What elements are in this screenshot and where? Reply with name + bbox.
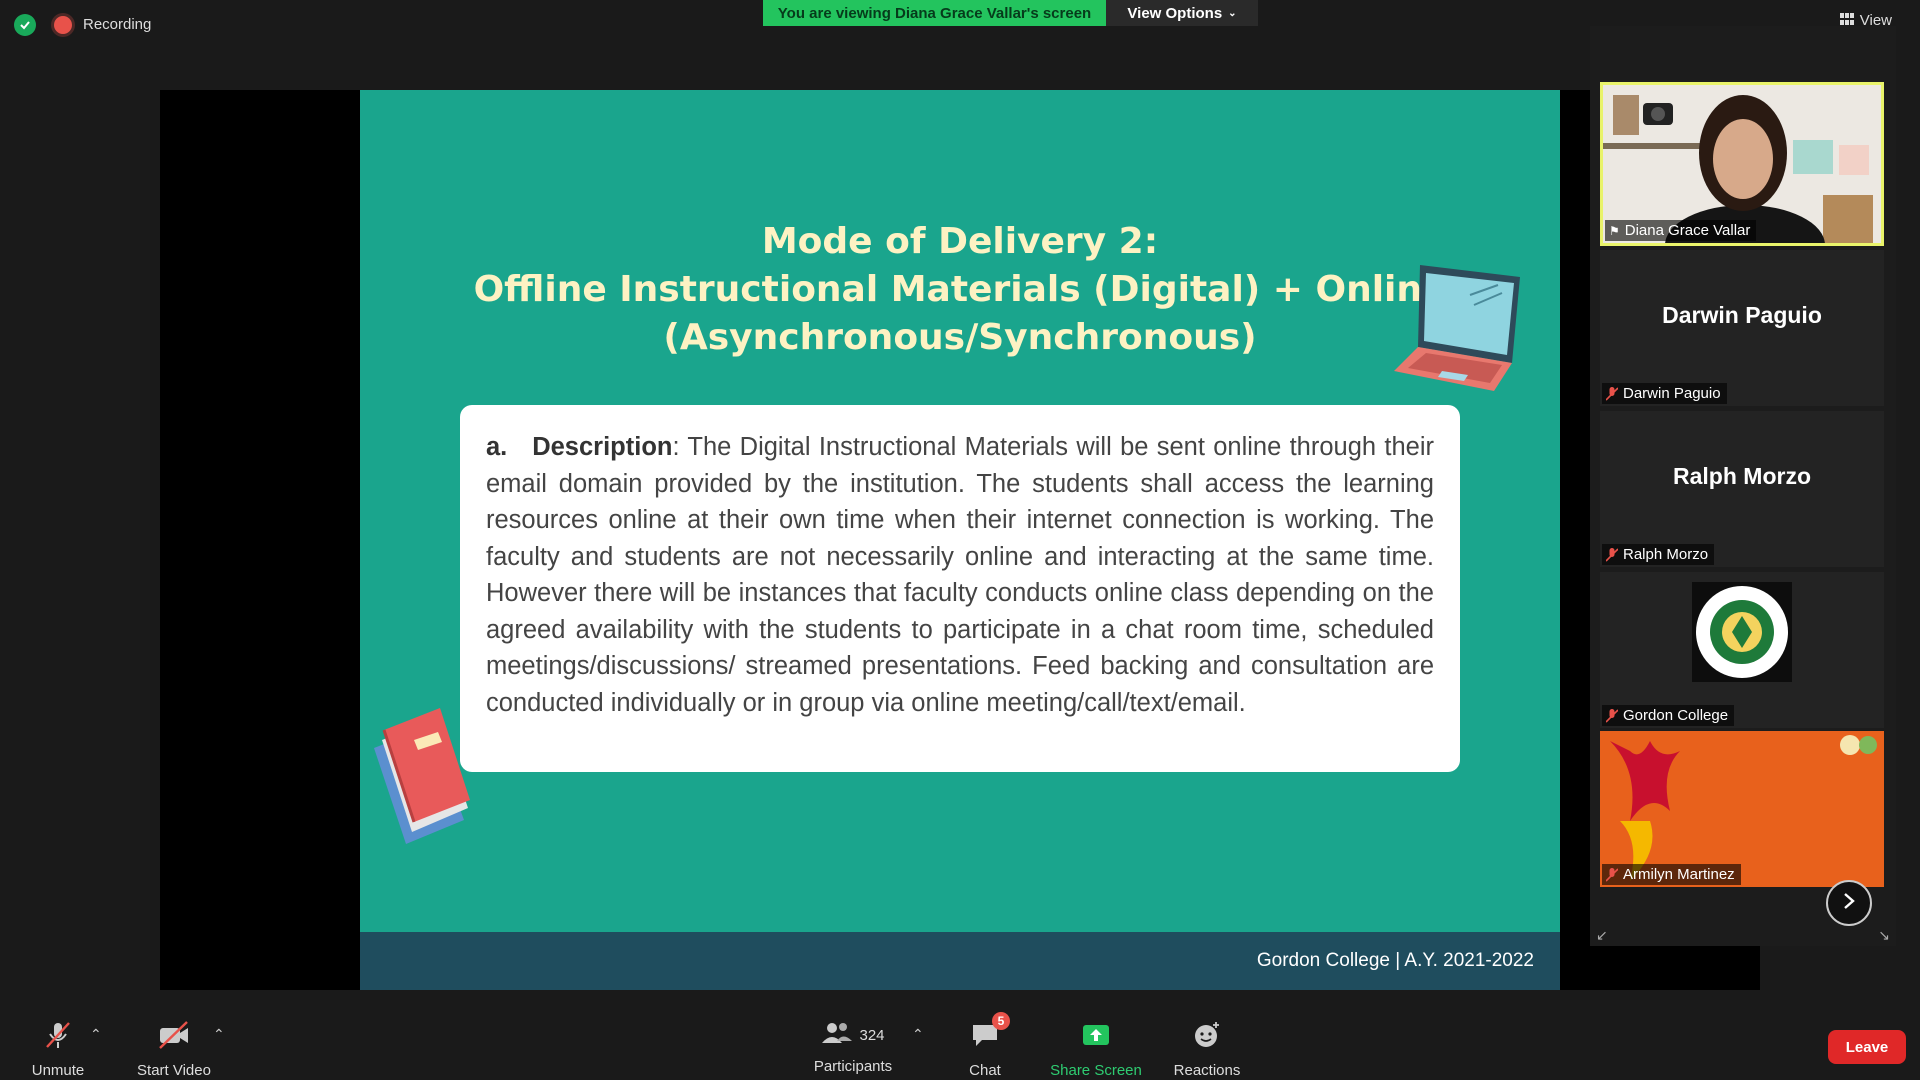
participant-label: ⚑ Diana Grace Vallar [1605,220,1757,241]
share-screen-label: Share Screen [1050,1062,1142,1079]
start-video-label: Start Video [137,1062,211,1079]
participant-name: Diana Grace Vallar [1624,222,1751,239]
participant-name: Gordon College [1623,707,1729,724]
slide-footer-text: Gordon College | A.Y. 2021-2022 [1256,950,1534,971]
participant-display-name: Darwin Paguio [1662,302,1822,328]
description-text: : The Digital Instructional Materials wi… [486,433,1434,717]
view-options-button[interactable]: View Options ⌄ [1106,0,1258,26]
slide-title: Mode of Delivery 2: Offline Instructiona… [360,218,1560,362]
viewing-screen-banner: You are viewing Diana Grace Vallar's scr… [763,0,1106,26]
pin-icon: ⚑ [1609,223,1620,238]
laptop-illustration-icon [1390,255,1530,400]
slide-footer: Gordon College | A.Y. 2021-2022 [360,932,1560,990]
participant-display-name: Ralph Morzo [1673,463,1811,489]
next-page-button[interactable] [1826,880,1872,926]
audio-options-caret-icon[interactable]: ⌃ [90,1026,102,1043]
video-off-icon [157,1020,191,1054]
chevron-right-icon [1842,892,1856,915]
chat-label: Chat [969,1062,1001,1079]
mic-muted-icon [1605,386,1619,401]
reactions-icon [1192,1020,1222,1054]
start-video-button[interactable]: Start Video [132,1020,216,1079]
share-screen-icon [1081,1020,1111,1054]
participants-button[interactable]: 324 Participants [808,1020,898,1075]
video-tile-diana[interactable]: ⚑ Diana Grace Vallar [1600,82,1884,246]
share-screen-button[interactable]: Share Screen [1048,1020,1144,1079]
participant-label: Armilyn Martinez [1602,864,1741,885]
participants-count: 324 [859,1026,885,1044]
gordon-college-logo [1692,582,1792,682]
resize-handle-right-icon[interactable]: ↘ [1878,927,1890,944]
slide-title-line-3: (Asynchronous/Synchronous) [663,317,1257,358]
security-shield-icon[interactable] [14,14,36,36]
reactions-label: Reactions [1173,1062,1241,1079]
participants-label: Participants [813,1058,893,1075]
recording-label: Recording [83,16,152,33]
participant-label: Ralph Morzo [1602,544,1715,565]
chevron-down-icon: ⌄ [1228,7,1237,19]
chat-unread-badge: 5 [992,1012,1010,1030]
view-options-label: View Options [1127,4,1223,22]
participant-label: Gordon College [1602,705,1735,726]
mic-muted-icon [1605,708,1619,723]
participant-label: Darwin Paguio [1602,383,1727,404]
reactions-button[interactable]: Reactions [1170,1020,1244,1079]
resize-handle-left-icon[interactable]: ↙ [1596,927,1608,944]
meeting-toolbar: Unmute ⌃ Start Video ⌃ 324 Participants … [0,1000,1920,1080]
presentation-slide: Mode of Delivery 2: Offline Instructiona… [360,90,1560,990]
item-marker: a. [486,433,508,461]
participant-name: Ralph Morzo [1623,546,1709,563]
mic-muted-icon [1605,867,1619,882]
participant-name: Armilyn Martinez [1623,866,1735,883]
item-heading: Description [532,433,673,461]
slide-title-line-1: Mode of Delivery 2: [761,221,1159,262]
participants-options-caret-icon[interactable]: ⌃ [912,1026,924,1043]
leave-button[interactable]: Leave [1828,1030,1906,1064]
shared-screen: Mode of Delivery 2: Offline Instructiona… [160,90,1760,990]
participants-icon [821,1021,853,1049]
recording-icon [54,16,72,34]
notebook-illustration-icon [368,700,478,855]
video-tile-ralph[interactable]: Ralph Morzo Ralph Morzo [1600,411,1884,567]
video-tile-gordon-college[interactable]: Gordon College [1600,572,1884,728]
chat-icon: 5 [970,1012,1010,1054]
participant-name: Darwin Paguio [1623,385,1721,402]
video-options-caret-icon[interactable]: ⌃ [213,1026,225,1043]
unmute-button[interactable]: Unmute [22,1020,94,1079]
participants-video-panel: ⚑ Diana Grace Vallar Darwin Paguio Darwi… [1590,26,1896,946]
mic-muted-icon [43,1020,73,1054]
slide-title-line-2: Offline Instructional Materials (Digital… [473,269,1447,310]
chat-button[interactable]: 5 Chat [955,1012,1015,1079]
unmute-label: Unmute [31,1062,85,1079]
video-tile-darwin[interactable]: Darwin Paguio Darwin Paguio [1600,250,1884,406]
video-tile-armilyn[interactable]: Armilyn Martinez [1600,731,1884,887]
mic-muted-icon [1605,547,1619,562]
description-box: a. Description: The Digital Instructiona… [460,405,1460,772]
